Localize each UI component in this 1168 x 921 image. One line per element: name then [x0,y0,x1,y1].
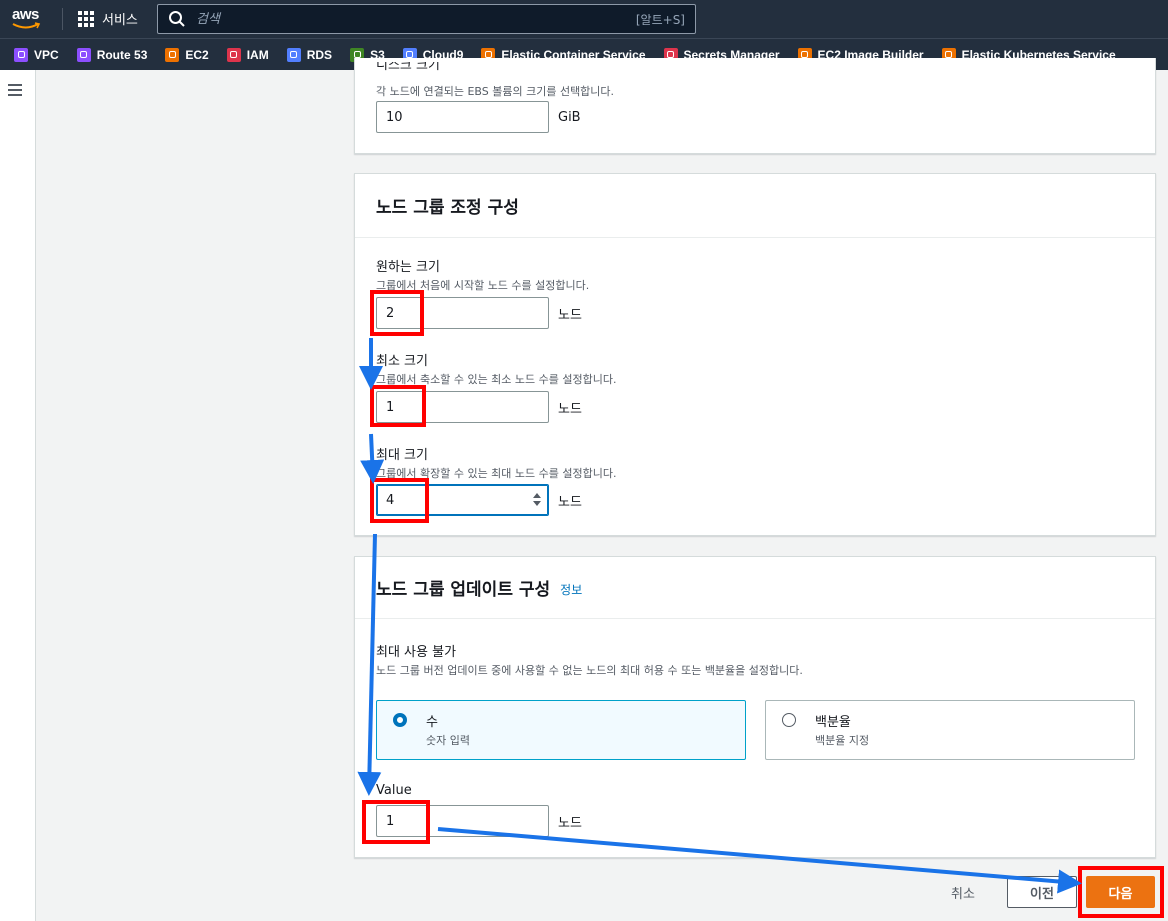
services-menu-button[interactable]: 서비스 [78,9,138,28]
maximum-size-field: 노드 [376,484,582,516]
disk-size-input[interactable] [376,101,549,133]
disk-size-panel: 디스크 크기 각 노드에 연결되는 EBS 볼륨의 크기를 선택합니다. GiB [354,58,1156,154]
max-unavailable-label: 최대 사용 불가 [376,645,457,660]
maximum-size-input-wrapper [376,484,549,516]
desired-size-input[interactable] [376,297,549,329]
hamburger-menu-icon[interactable] [8,84,22,99]
radio-tile-percentage[interactable]: 백분율 백분율 지정 [765,700,1135,760]
max-unavailable-section: 최대 사용 불가 노드 그룹 버전 업데이트 중에 사용할 수 없는 노드의 최… [376,641,803,678]
ec2-icon [165,47,180,62]
radio-tile-number[interactable]: 수 숫자 입력 [376,700,746,760]
radio-number-description: 숫자 입력 [426,734,470,747]
nav-divider [62,8,63,30]
value-label: Value [376,783,412,798]
radio-percentage[interactable] [782,713,796,727]
favorite-label: RDS [306,47,333,62]
scaling-config-panel: 노드 그룹 조정 구성 원하는 크기 그룹에서 처음에 시작할 노드 수를 설정… [354,173,1156,536]
favorite-ec2[interactable]: EC2 [165,47,209,62]
update-info-link[interactable]: 정보 [560,581,582,598]
radio-percentage-description: 백분율 지정 [815,734,870,747]
minimum-size-label: 최소 크기 [376,354,428,369]
disk-size-label-cut: 디스크 크기 [376,62,440,72]
minimum-size-description: 그룹에서 축소할 수 있는 최소 노드 수를 설정합니다. [376,373,617,386]
desired-size-field: 노드 [376,297,582,329]
update-config-heading: 노드 그룹 업데이트 구성 [376,580,551,600]
aws-smile-icon [12,22,41,29]
disk-size-field: GiB [376,101,581,133]
minimum-size-section: 최소 크기 그룹에서 축소할 수 있는 최소 노드 수를 설정합니다. [376,350,617,387]
desired-size-section: 원하는 크기 그룹에서 처음에 시작할 노드 수를 설정합니다. [376,256,589,293]
favorite-label: IAM [246,47,269,62]
iam-icon [226,47,241,62]
value-unit: 노드 [558,815,582,831]
rds-icon [286,47,301,62]
favorite-iam[interactable]: IAM [226,47,269,62]
desired-size-description: 그룹에서 처음에 시작할 노드 수를 설정합니다. [376,279,590,292]
favorite-label: Route 53 [96,47,148,62]
top-navigation-bar: aws 서비스 [알트+S] [0,0,1168,38]
update-config-panel: 노드 그룹 업데이트 구성 정보 최대 사용 불가 노드 그룹 버전 업데이트 … [354,556,1156,858]
favorite-label: VPC [34,47,59,62]
search-shortcut-hint: [알트+S] [635,12,685,27]
update-config-title: 노드 그룹 업데이트 구성 정보 [355,557,1155,619]
side-navigation-strip [0,70,36,921]
max-unavailable-description: 노드 그룹 버전 업데이트 중에 사용할 수 없는 노드의 최대 허용 수 또는… [376,664,803,677]
aws-logo-text: aws [12,6,39,23]
favorite-rds[interactable]: RDS [286,47,333,62]
maximum-size-unit: 노드 [558,494,582,510]
radio-number-title: 수 [426,715,438,730]
aws-logo[interactable]: aws [12,7,48,31]
disk-size-unit: GiB [558,109,581,125]
route53-icon [76,47,91,62]
desired-size-unit: 노드 [558,307,582,323]
cancel-button[interactable]: 취소 [935,882,991,902]
scaling-config-title: 노드 그룹 조정 구성 [355,174,1155,238]
minimum-size-field: 노드 [376,391,582,423]
maximum-size-input[interactable] [376,484,549,516]
minimum-size-unit: 노드 [558,401,582,417]
favorite-vpc[interactable]: VPC [14,47,59,62]
disk-size-description: 각 노드에 연결되는 EBS 볼륨의 크기를 선택합니다. [376,85,615,98]
radio-number[interactable] [393,713,407,727]
value-field: 노드 [376,805,582,837]
maximum-size-label: 최대 크기 [376,448,428,463]
maximum-size-section: 최대 크기 그룹에서 확장할 수 있는 최대 노드 수를 설정합니다. [376,444,617,481]
services-label: 서비스 [102,13,138,28]
favorite-route53[interactable]: Route 53 [76,47,148,62]
next-button[interactable]: 다음 [1086,876,1155,908]
number-stepper-icon[interactable] [533,493,541,507]
maximum-size-description: 그룹에서 확장할 수 있는 최대 노드 수를 설정합니다. [376,467,617,480]
scaling-config-heading: 노드 그룹 조정 구성 [376,198,519,218]
max-unavailable-value-input[interactable] [376,805,549,837]
favorite-label: EC2 [185,47,209,62]
previous-button[interactable]: 이전 [1007,876,1077,908]
search-bar[interactable]: [알트+S] [157,4,696,34]
search-input[interactable] [196,11,636,27]
radio-percentage-title: 백분율 [815,715,851,730]
minimum-size-input[interactable] [376,391,549,423]
vpc-icon [14,47,28,62]
desired-size-label: 원하는 크기 [376,260,440,275]
services-grid-icon [78,10,94,27]
search-icon [169,11,185,27]
